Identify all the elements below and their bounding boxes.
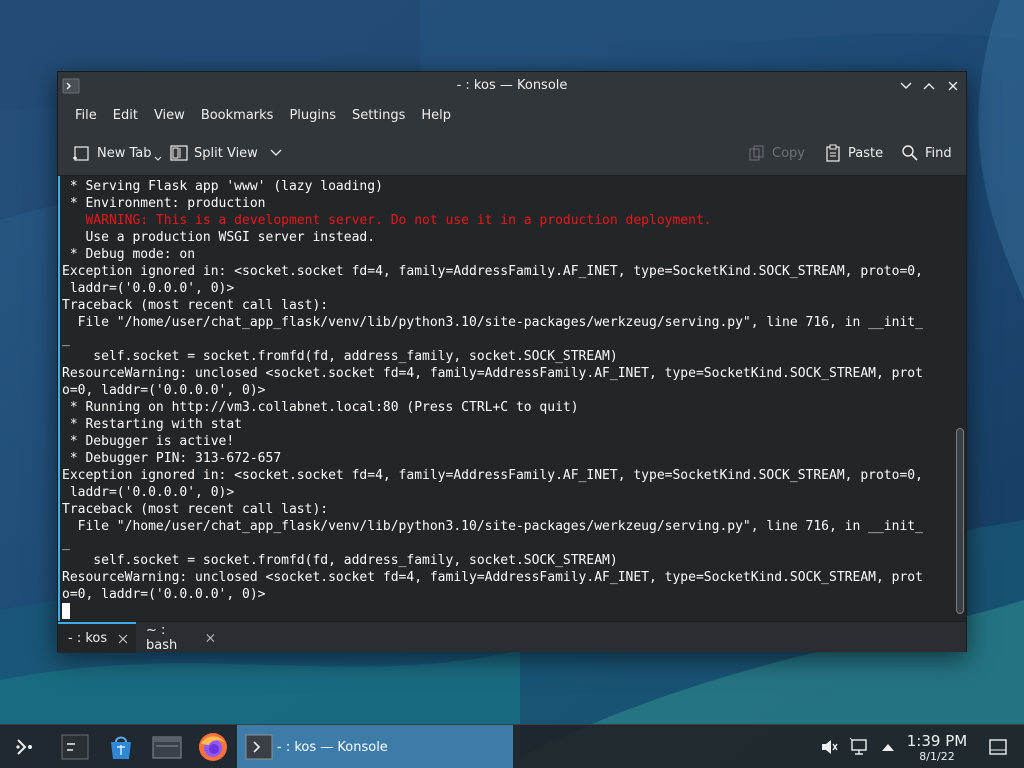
terminal-line: Traceback (most recent call last):: [62, 502, 329, 517]
terminal-line: File "/home/user/chat_app_flask/venv/lib…: [62, 519, 923, 534]
tab-kos[interactable]: - : kos: [58, 622, 136, 653]
audio-muted-icon[interactable]: [818, 736, 840, 758]
paste-icon: [826, 144, 840, 162]
show-desktop-icon[interactable]: [987, 736, 1009, 758]
terminal-line: * Debug mode: on: [62, 247, 196, 262]
terminal-line: Exception ignored in: <socket.socket fd=…: [62, 264, 923, 279]
minimize-button[interactable]: [896, 76, 916, 96]
close-button[interactable]: [943, 76, 963, 96]
terminal-line: * Running on http://vm3.collabnet.local:…: [62, 400, 579, 415]
terminal-line: Traceback (most recent call last):: [62, 298, 329, 313]
terminal-line: ResourceWarning: unclosed <socket.socket…: [62, 570, 923, 585]
window-title: - : kos — Konsole: [456, 78, 568, 93]
split-view-label: Split View: [194, 145, 258, 161]
terminal-line: o=0, laddr=('0.0.0.0', 0)>: [62, 587, 266, 602]
new-tab-label: New Tab: [97, 145, 152, 161]
split-view-button[interactable]: Split View: [170, 142, 288, 164]
menu-file[interactable]: File: [67, 104, 105, 127]
terminal-line: * Environment: production: [62, 196, 266, 211]
close-icon[interactable]: [117, 633, 129, 645]
virtual-desktop-icon[interactable]: [61, 734, 89, 760]
terminal-warning-line: WARNING: This is a development server. D…: [62, 213, 712, 228]
tab-label: ~ : bash: [146, 622, 178, 653]
find-label: Find: [925, 145, 952, 161]
task-konsole[interactable]: - : kos — Konsole: [237, 725, 513, 768]
paste-label: Paste: [848, 145, 884, 161]
terminal-line: self.socket = socket.fromfd(fd, address_…: [62, 553, 618, 568]
menu-bar: File Edit View Bookmarks Plugins Setting…: [58, 100, 966, 130]
terminal-line: laddr=('0.0.0.0', 0)>: [62, 281, 235, 296]
taskbar: - : kos — Konsole 1:39 PM 8/1/22: [0, 724, 1024, 768]
terminal-line: ResourceWarning: unclosed <socket.socket…: [62, 366, 923, 381]
terminal-line: laddr=('0.0.0.0', 0)>: [62, 485, 235, 500]
terminal-line: Use a production WSGI server instead.: [62, 230, 376, 245]
terminal-line: * Serving Flask app 'www' (lazy loading): [62, 179, 383, 194]
copy-button[interactable]: Copy: [748, 142, 805, 164]
dropdown-arrow-icon: [154, 156, 161, 161]
konsole-icon: [245, 734, 273, 760]
new-tab-button[interactable]: New Tab: [73, 142, 168, 164]
new-tab-icon: [73, 146, 89, 161]
window-titlebar[interactable]: - : kos — Konsole: [58, 72, 966, 100]
terminal-scrollbar[interactable]: [956, 428, 964, 614]
application-launcher-icon[interactable]: [14, 736, 36, 758]
menu-settings[interactable]: Settings: [344, 104, 413, 127]
konsole-window: - : kos — Konsole File Edit View Bookmar…: [57, 71, 967, 653]
toolbar: New Tab Split View Copy Paste Find: [58, 130, 966, 176]
terminal-line: Exception ignored in: <socket.socket fd=…: [62, 468, 923, 483]
session-tab-bar: - : kos ~ : bash: [58, 621, 966, 653]
copy-icon: [749, 145, 764, 161]
terminal-line: File "/home/user/chat_app_flask/venv/lib…: [62, 315, 923, 330]
network-icon[interactable]: [848, 736, 870, 758]
tray-expand-icon[interactable]: [877, 736, 899, 758]
copy-label: Copy: [772, 145, 805, 161]
maximize-button[interactable]: [919, 76, 939, 96]
find-button[interactable]: Find: [901, 142, 952, 164]
terminal-line: o=0, laddr=('0.0.0.0', 0)>: [62, 383, 266, 398]
tab-bash[interactable]: ~ : bash: [136, 622, 216, 653]
terminal-prompt-line[interactable]: [62, 603, 966, 620]
tab-label: - : kos: [68, 631, 108, 646]
terminal-cursor: [62, 603, 70, 619]
split-view-icon: [170, 145, 188, 161]
terminal-line: _: [62, 536, 70, 551]
terminal-line: _: [62, 332, 70, 347]
menu-bookmarks[interactable]: Bookmarks: [193, 104, 282, 127]
firefox-icon[interactable]: [197, 731, 229, 763]
chevron-down-icon: [270, 149, 282, 156]
menu-view[interactable]: View: [146, 104, 193, 127]
terminal-line: * Debugger PIN: 313-672-657: [62, 451, 282, 466]
menu-plugins[interactable]: Plugins: [281, 104, 344, 127]
search-icon: [902, 145, 918, 161]
terminal-line: self.socket = socket.fromfd(fd, address_…: [62, 349, 618, 364]
task-label: - : kos — Konsole: [277, 739, 388, 755]
terminal-line: * Restarting with stat: [62, 417, 243, 432]
paste-button[interactable]: Paste: [824, 142, 883, 164]
clock-date[interactable]: 8/1/22: [905, 750, 969, 763]
close-icon[interactable]: [205, 632, 216, 644]
file-manager-icon[interactable]: [152, 734, 182, 760]
terminal-line: * Debugger is active!: [62, 434, 235, 449]
clock-time[interactable]: 1:39 PM: [905, 732, 969, 750]
discover-store-icon[interactable]: [107, 733, 135, 761]
menu-edit[interactable]: Edit: [105, 104, 146, 127]
menu-help[interactable]: Help: [413, 104, 459, 127]
terminal-output[interactable]: * Serving Flask app 'www' (lazy loading)…: [58, 176, 966, 621]
